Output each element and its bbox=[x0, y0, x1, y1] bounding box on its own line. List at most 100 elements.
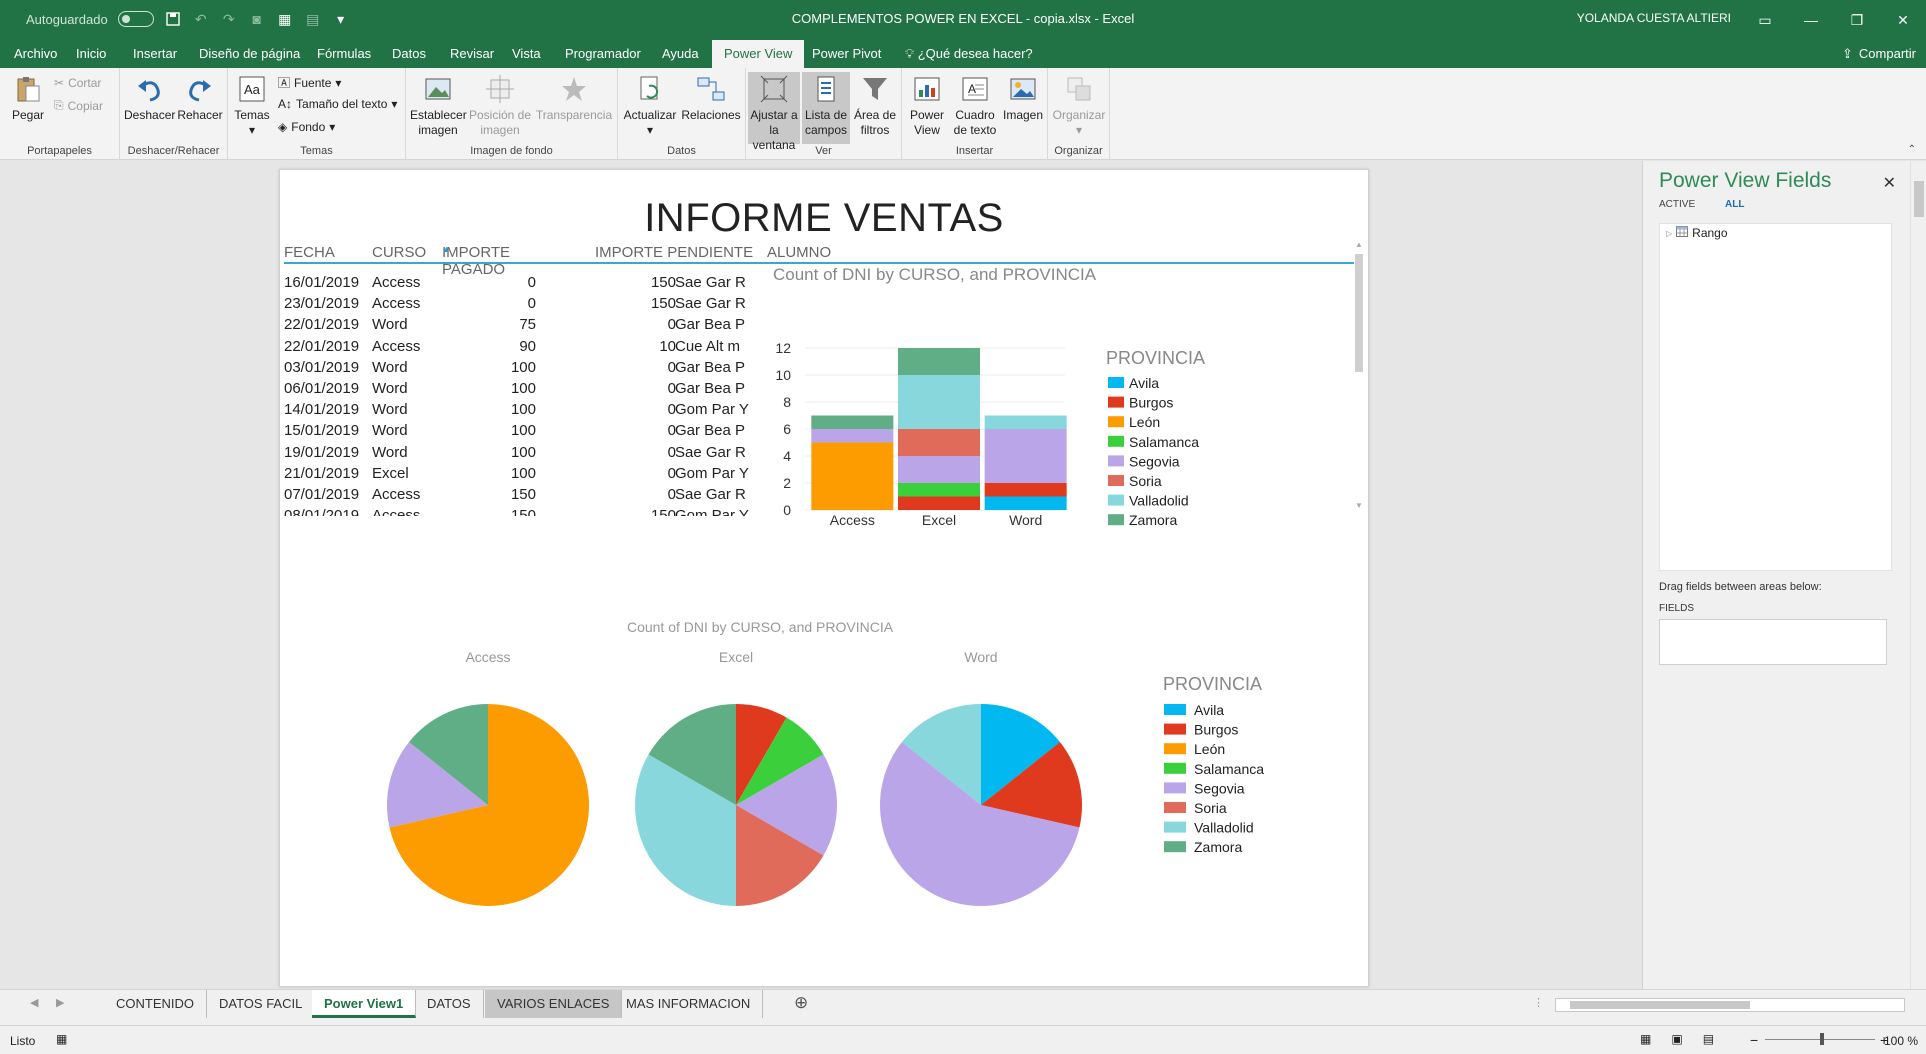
group-datos: Actualizar ▾ Relaciones Datos bbox=[618, 68, 746, 160]
background-button[interactable]: ◈ Fondo ▾ bbox=[278, 120, 335, 134]
cell-fecha: 23/01/2019 bbox=[284, 295, 360, 313]
power-view-button[interactable]: Power View bbox=[906, 72, 948, 138]
tab-vista[interactable]: Vista bbox=[500, 40, 553, 68]
refresh-label: Actualizar bbox=[623, 108, 677, 122]
field-item-rango[interactable]: ▷ Rango bbox=[1666, 226, 1728, 240]
macro-record-icon[interactable]: ▦ bbox=[56, 1032, 67, 1046]
sheet-tab-power-view1[interactable]: Power View1 bbox=[312, 990, 417, 1018]
expand-icon[interactable]: ▷ bbox=[1666, 229, 1672, 238]
share-icon: ⇪ bbox=[1842, 46, 1853, 61]
y-tick-label: 0 bbox=[783, 502, 791, 518]
fit-to-window-button[interactable]: Ajustar a la ventana bbox=[748, 72, 800, 152]
pane-scrollbar[interactable] bbox=[1910, 161, 1926, 989]
relationships-button[interactable]: Relaciones bbox=[680, 72, 742, 123]
sheet-tab-datos-facil[interactable]: DATOS FACIL bbox=[207, 990, 316, 1018]
normal-view-icon[interactable]: ▦ bbox=[1640, 1032, 1651, 1046]
tell-me-box[interactable]: 💡︎ ¿Qué desea hacer? bbox=[893, 40, 1045, 68]
legend-swatch bbox=[1108, 396, 1124, 408]
undo-button[interactable]: Deshacer bbox=[124, 72, 175, 123]
tab-archivo[interactable]: Archivo bbox=[2, 40, 69, 68]
pie-chart-multiples[interactable]: Count of DNI by CURSO, and PROVINCIA Acce… bbox=[320, 590, 1350, 970]
x-tick-label: Word bbox=[1009, 512, 1042, 528]
tab-datos[interactable]: Datos bbox=[380, 40, 438, 68]
header-importe-pendiente[interactable]: IMPORTE PENDIENTE bbox=[595, 244, 753, 261]
cell-curso: Access bbox=[372, 486, 421, 503]
set-image-button[interactable]: Establecer imagen bbox=[410, 72, 467, 138]
user-name[interactable]: YOLANDA CUESTA ALTIERI bbox=[1577, 11, 1731, 25]
sheet-tab-contenido[interactable]: CONTENIDO bbox=[104, 990, 207, 1018]
share-button[interactable]: ⇪ Compartir bbox=[1842, 40, 1916, 68]
scroll-up-icon[interactable]: ▲ bbox=[1355, 240, 1363, 249]
copy-button[interactable]: ⎘ Copiar bbox=[54, 98, 103, 113]
zoom-level[interactable]: 100 % bbox=[1884, 1034, 1918, 1048]
tab-power-pivot[interactable]: Power Pivot bbox=[800, 40, 893, 68]
tab-formulas[interactable]: Fórmulas bbox=[305, 40, 383, 68]
tab-all-fields[interactable]: ALL bbox=[1725, 199, 1744, 210]
tab-revisar[interactable]: Revisar bbox=[438, 40, 506, 68]
sheet-tab-mas-informacion[interactable]: MAS INFORMACION bbox=[614, 990, 764, 1018]
add-sheet-icon[interactable]: ⊕ bbox=[794, 993, 808, 1013]
y-tick-label: 6 bbox=[783, 421, 791, 437]
minimize-icon[interactable]: — bbox=[1788, 0, 1834, 40]
pane-scroll-thumb[interactable] bbox=[1914, 181, 1924, 217]
cell-importe-pagado: 100 bbox=[510, 401, 536, 419]
cut-button[interactable]: ✂ Cortar bbox=[54, 76, 101, 90]
themes-button[interactable]: Aa Temas ▾ bbox=[232, 72, 272, 138]
tab-ayuda[interactable]: Ayuda bbox=[650, 40, 711, 68]
fields-drop-area[interactable] bbox=[1659, 619, 1887, 665]
redo-button[interactable]: Rehacer bbox=[176, 72, 224, 123]
text-box-button[interactable]: A Cuadro de texto bbox=[950, 72, 1000, 138]
next-sheet-icon[interactable]: ▶ bbox=[56, 996, 64, 1009]
tab-power-view[interactable]: Power View bbox=[712, 40, 805, 68]
transparency-button[interactable]: Transparencia bbox=[534, 72, 614, 123]
header-curso[interactable]: CURSO bbox=[372, 244, 426, 261]
sheet-tab-datos[interactable]: DATOS bbox=[415, 990, 484, 1018]
tab-diseno-pagina[interactable]: Diseño de página bbox=[187, 40, 312, 68]
close-icon[interactable]: ✕ bbox=[1880, 0, 1926, 40]
horizontal-scroll-thumb[interactable] bbox=[1570, 1001, 1750, 1009]
prev-sheet-icon[interactable]: ◀ bbox=[30, 996, 38, 1009]
filter-area-button[interactable]: Área de filtros bbox=[852, 72, 898, 138]
y-tick-label: 8 bbox=[783, 394, 791, 410]
legend-label: León bbox=[1194, 741, 1225, 757]
restore-icon[interactable]: ❐ bbox=[1834, 0, 1880, 40]
tab-programador[interactable]: Programador bbox=[553, 40, 653, 68]
image-position-button[interactable]: Posición de imagen bbox=[468, 72, 532, 138]
copy-label: Copiar bbox=[67, 98, 103, 113]
text-size-button[interactable]: A↕ Tamaño del texto ▾ bbox=[278, 97, 397, 111]
report-title[interactable]: INFORME VENTAS bbox=[280, 196, 1368, 241]
field-list-box: ▷ Rango bbox=[1659, 223, 1892, 571]
bar-segment bbox=[898, 348, 980, 375]
star-icon bbox=[562, 77, 586, 101]
zoom-slider[interactable] bbox=[1765, 1033, 1875, 1045]
tab-insertar[interactable]: Insertar bbox=[121, 40, 189, 68]
refresh-button[interactable]: Actualizar ▾ bbox=[622, 72, 678, 138]
stacked-bar-chart[interactable]: Count of DNI by CURSO, and PROVINCIA 0 2 4 6… bbox=[765, 258, 1365, 528]
cell-importe-pagado: 150 bbox=[510, 507, 536, 516]
paste-button[interactable]: Pegar bbox=[8, 72, 48, 123]
image-button[interactable]: Imagen bbox=[1002, 72, 1044, 123]
close-icon[interactable]: ✕ bbox=[1883, 173, 1896, 193]
zoom-slider-knob[interactable] bbox=[1820, 1033, 1824, 1045]
cell-curso: Excel bbox=[372, 464, 409, 482]
zoom-out-icon[interactable]: − bbox=[1750, 1032, 1758, 1048]
legend-swatch bbox=[1108, 475, 1124, 486]
ribbon-display-icon[interactable]: ▭ bbox=[1742, 0, 1788, 40]
arrange-button[interactable]: Organizar ▾ bbox=[1052, 72, 1106, 138]
cell-fecha: 06/01/2019 bbox=[284, 380, 360, 397]
header-fecha[interactable]: FECHA bbox=[284, 244, 335, 261]
sheet-tab-varios-enlaces[interactable]: VARIOS ENLACES bbox=[485, 990, 623, 1018]
bar-chart-title: Count of DNI by CURSO, and PROVINCIA bbox=[773, 265, 1097, 284]
field-list-button[interactable]: Lista de campos bbox=[802, 72, 850, 144]
horizontal-scrollbar[interactable] bbox=[1555, 998, 1905, 1012]
tab-inicio[interactable]: Inicio bbox=[64, 40, 118, 68]
ribbon: Pegar ✂ Cortar ⎘ Copiar Portapapeles Desha… bbox=[0, 68, 1926, 160]
page-layout-view-icon[interactable]: ▣ bbox=[1671, 1032, 1682, 1046]
legend-label: Burgos bbox=[1194, 722, 1238, 738]
font-button[interactable]: 🄰︎ Fuente ▾ bbox=[278, 74, 341, 91]
page-break-view-icon[interactable]: ▤ bbox=[1703, 1032, 1714, 1046]
tab-active-fields[interactable]: ACTIVE bbox=[1659, 199, 1695, 210]
split-handle-icon[interactable]: ⋮ bbox=[1533, 996, 1544, 1009]
collapse-ribbon-icon[interactable]: ⌃ bbox=[1908, 144, 1916, 155]
redo-label: Rehacer bbox=[177, 108, 223, 122]
